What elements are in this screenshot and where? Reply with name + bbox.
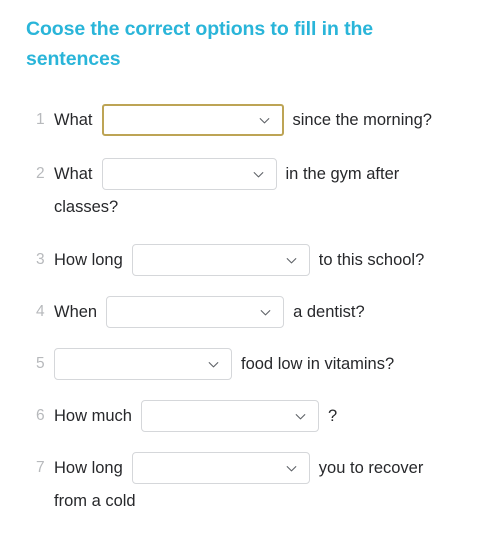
question-line: How long to this school?: [54, 240, 490, 280]
question-trail-text: since the morning?: [292, 111, 432, 129]
question-second-line: from a cold: [54, 492, 136, 510]
question-trail-text: ?: [327, 407, 338, 425]
question-body: How long to this school?: [54, 240, 490, 280]
page-title: Coose the correct options to fill in the…: [26, 18, 374, 70]
question-body: food low in vitamins?: [54, 344, 490, 384]
question-row-1: 1 What since the morning?: [0, 100, 500, 140]
question-second-line: classes?: [54, 198, 119, 216]
question-list: 1 What since the morning? 2 What in the …: [0, 100, 500, 516]
question-row-2: 2 What in the gym after classes?: [0, 154, 500, 222]
question-number: 5: [36, 355, 45, 372]
question-trail-text: to this school?: [318, 251, 425, 269]
question-body: What since the morning?: [54, 100, 490, 140]
answer-select-4[interactable]: [106, 296, 285, 328]
question-line: What since the morning?: [54, 100, 490, 140]
answer-select-2[interactable]: [101, 158, 277, 190]
question-body: When a dentist?: [54, 292, 490, 332]
question-line: food low in vitamins?: [54, 344, 490, 384]
question-trail-text: you to recover: [318, 459, 424, 477]
answer-select-7[interactable]: [131, 452, 310, 484]
question-number: 7: [36, 459, 45, 476]
chevron-down-icon: [258, 114, 271, 127]
chevron-down-icon: [285, 462, 298, 475]
question-body: What in the gym after classes?: [54, 154, 490, 222]
question-line: How much ?: [54, 396, 490, 436]
question-number: 1: [36, 111, 45, 128]
chevron-down-icon: [252, 168, 265, 181]
question-body: How much ?: [54, 396, 490, 436]
question-lead-text: How long: [54, 251, 123, 269]
question-row-3: 3 How long to this school?: [0, 240, 500, 280]
question-lead-text: What: [54, 111, 93, 129]
question-trail-text: food low in vitamins?: [241, 355, 395, 373]
question-row-4: 4 When a dentist?: [0, 292, 500, 332]
question-trail-text: in the gym after: [285, 165, 400, 183]
question-number: 2: [36, 165, 45, 182]
chevron-down-icon: [294, 410, 307, 423]
question-trail-text: a dentist?: [293, 303, 365, 321]
question-number: 4: [36, 303, 45, 320]
answer-select-1[interactable]: [101, 104, 284, 136]
question-lead-text: What: [54, 165, 93, 183]
exercise-page: Coose the correct options to fill in the…: [0, 0, 500, 543]
question-lead-text: How long: [54, 459, 123, 477]
question-line: How long you to recover: [54, 448, 490, 488]
chevron-down-icon: [259, 306, 272, 319]
question-line: What in the gym after: [54, 154, 490, 194]
chevron-down-icon: [207, 358, 220, 371]
question-number: 3: [36, 251, 45, 268]
question-lead-text: How much: [54, 407, 132, 425]
question-row-6: 6 How much ?: [0, 396, 500, 436]
question-row-5: 5 food low in vitamins?: [0, 344, 500, 384]
question-number: 6: [36, 407, 45, 424]
question-lead-text: When: [54, 303, 98, 321]
answer-select-5[interactable]: [54, 348, 232, 380]
answer-select-3[interactable]: [131, 244, 310, 276]
chevron-down-icon: [285, 254, 298, 267]
question-row-7: 7 How long you to recover from a cold: [0, 448, 500, 516]
question-line: When a dentist?: [54, 292, 490, 332]
question-body: How long you to recover from a cold: [54, 448, 490, 516]
answer-select-6[interactable]: [140, 400, 319, 432]
